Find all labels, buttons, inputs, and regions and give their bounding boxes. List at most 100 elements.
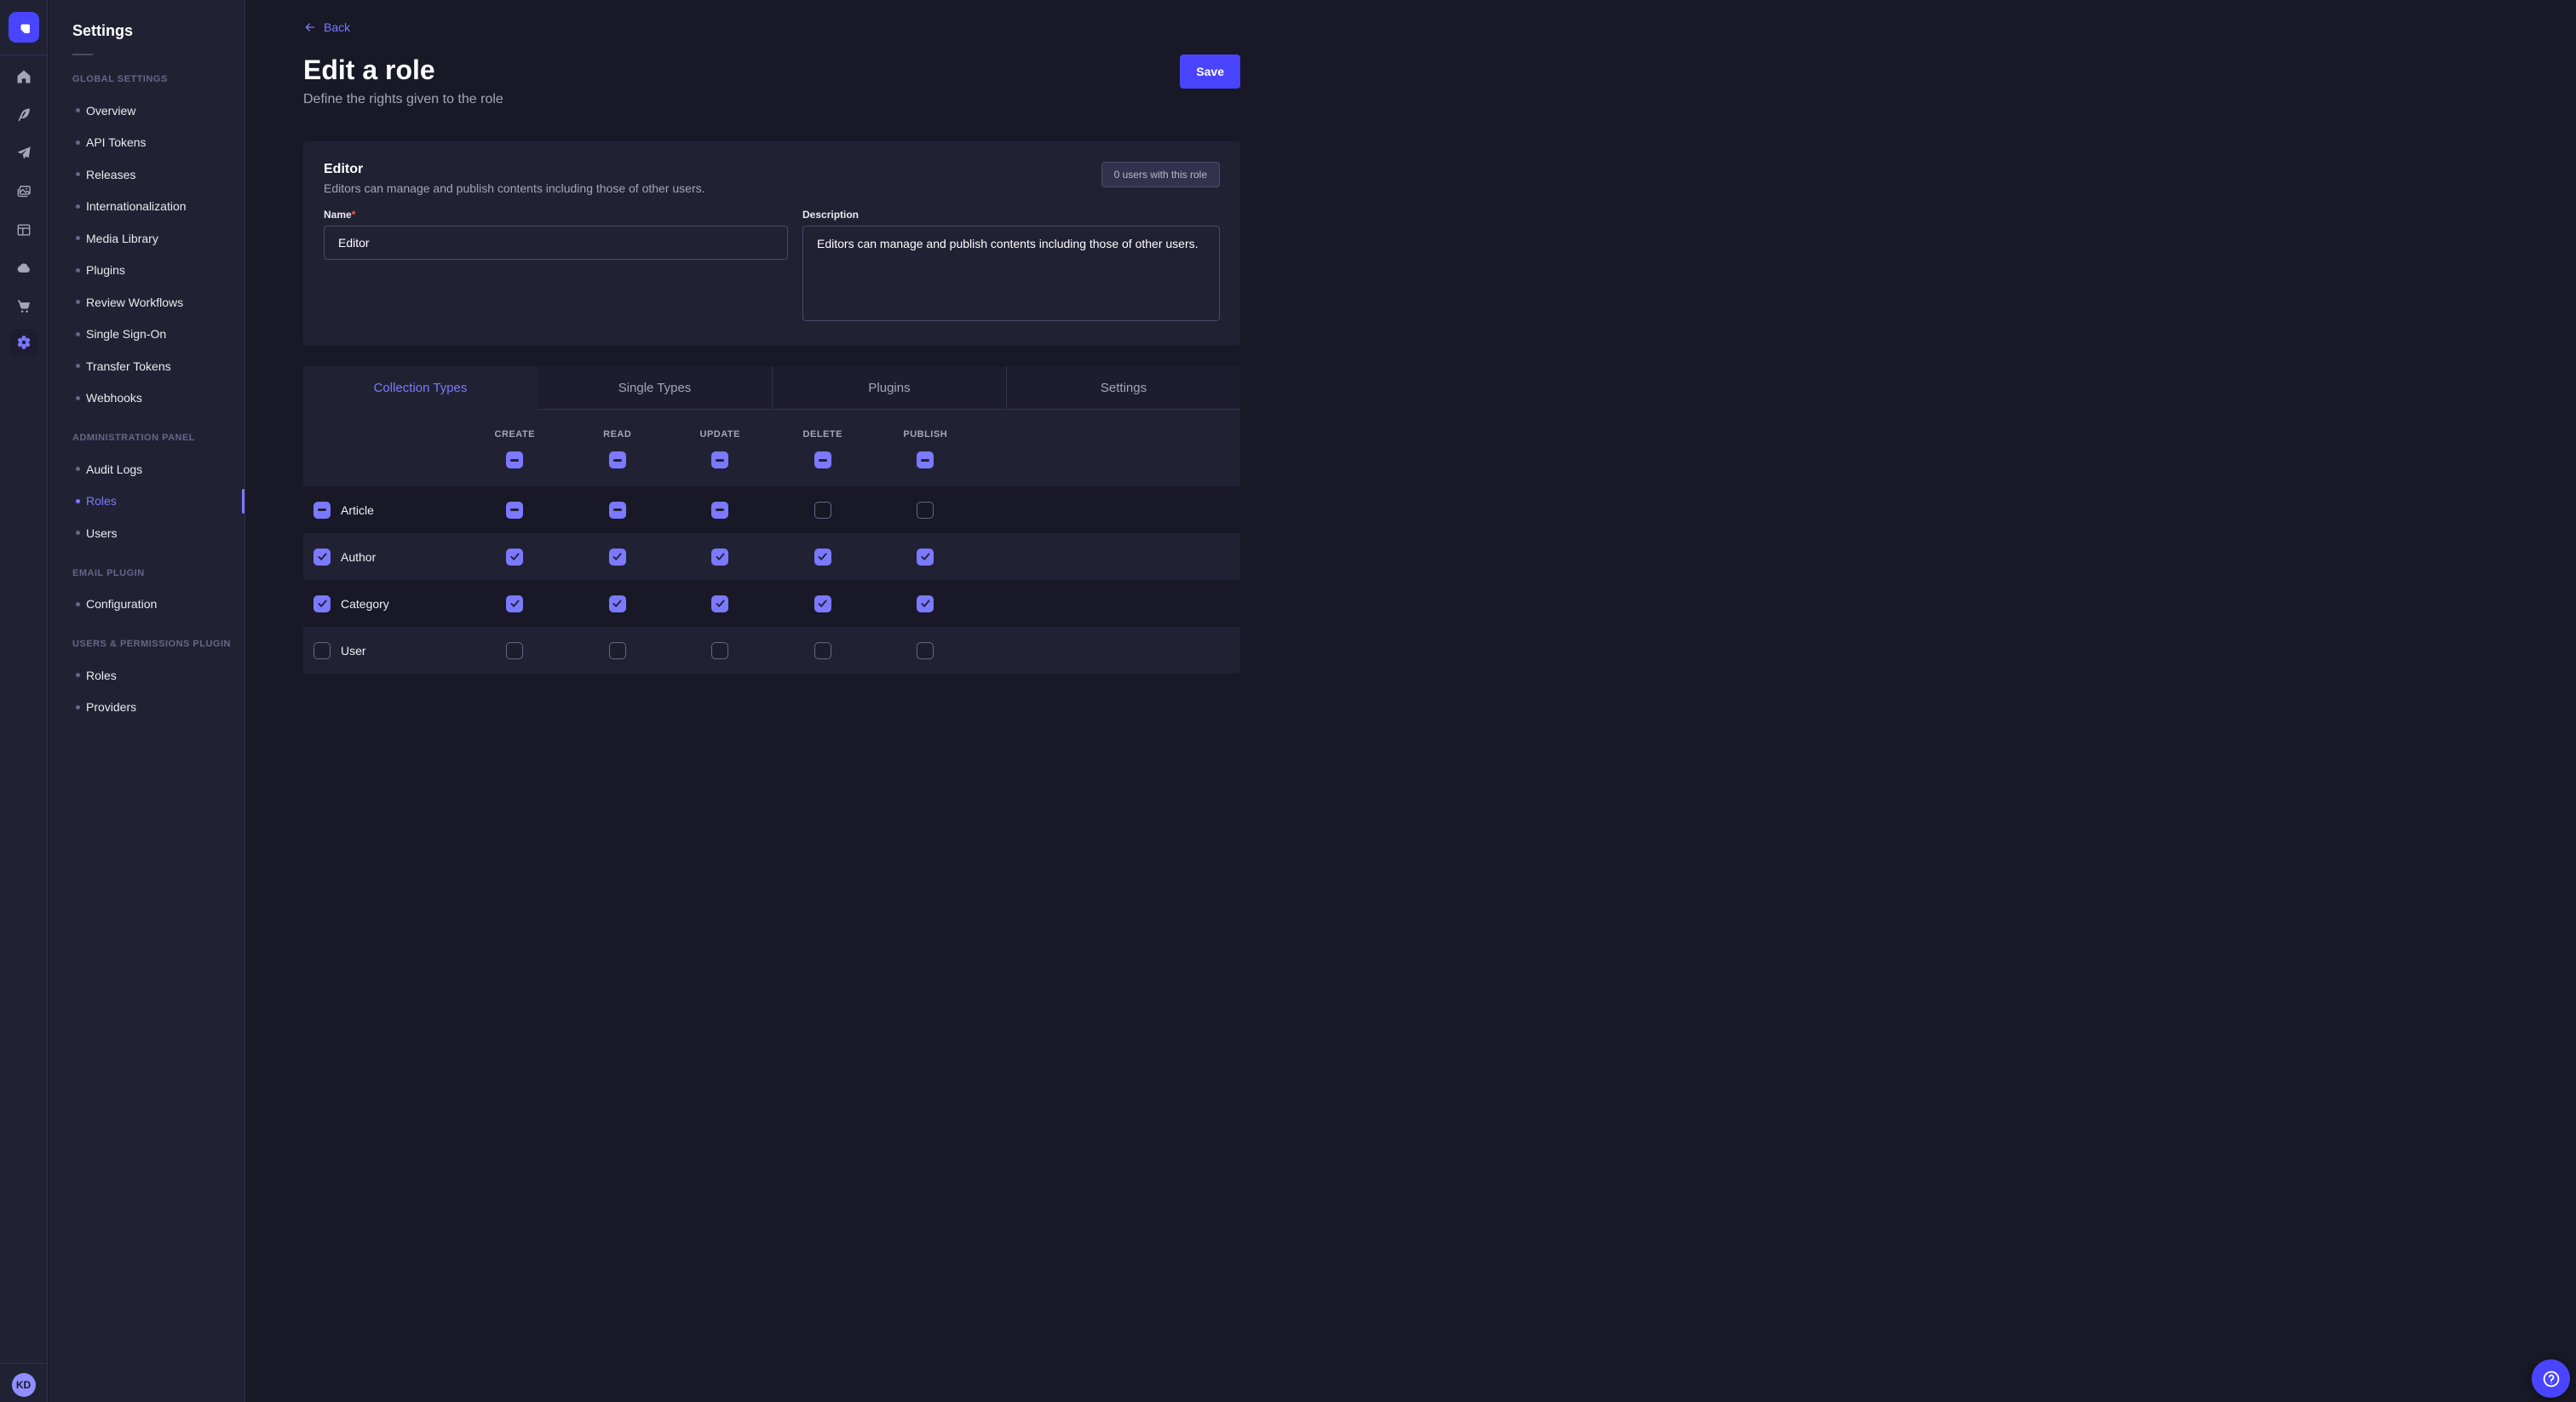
row-category-checkbox[interactable] xyxy=(313,595,331,612)
sidebar-section-label-email-plugin: EMAIL PLUGIN xyxy=(72,568,244,578)
sidebar-item-single-sign-on[interactable]: Single Sign-On xyxy=(49,319,244,351)
permissions-rows: ArticleAuthorCategoryUser xyxy=(303,486,1240,674)
bullet-icon xyxy=(76,332,80,336)
author-create-checkbox[interactable] xyxy=(506,549,523,566)
sidebar-item-transfer-tokens[interactable]: Transfer Tokens xyxy=(49,350,244,382)
users-with-role-badge[interactable]: 0 users with this role xyxy=(1101,162,1220,187)
indeterminate-dash-icon xyxy=(613,509,622,511)
permission-cell xyxy=(463,642,566,659)
role-description-textarea[interactable]: Editors can manage and publish contents … xyxy=(802,226,1220,321)
paper-plane-icon[interactable] xyxy=(15,145,32,162)
user-delete-checkbox[interactable] xyxy=(814,642,831,659)
gear-icon xyxy=(15,334,32,351)
page-subtitle: Define the rights given to the role xyxy=(303,92,503,107)
category-update-checkbox[interactable] xyxy=(711,595,728,612)
sidebar-item-label: Overview xyxy=(86,104,135,118)
permission-cell xyxy=(874,642,977,659)
row-author-checkbox[interactable] xyxy=(313,549,331,566)
sidebar-item-label: Roles xyxy=(86,669,117,682)
user-create-checkbox[interactable] xyxy=(506,642,523,659)
user-read-checkbox[interactable] xyxy=(609,642,626,659)
pictures-icon[interactable] xyxy=(15,183,32,200)
article-publish-checkbox[interactable] xyxy=(917,502,934,519)
row-article-checkbox[interactable] xyxy=(313,502,331,519)
sidebar-item-label: Releases xyxy=(86,168,135,181)
category-create-checkbox[interactable] xyxy=(506,595,523,612)
sidebar-item-label: Configuration xyxy=(86,597,157,611)
sidebar-item-label: Review Workflows xyxy=(86,296,183,309)
sidebar-item-roles[interactable]: Roles xyxy=(49,659,244,692)
select-all-cell xyxy=(772,451,875,468)
column-header-create: CREATE xyxy=(463,429,566,440)
name-label-text: Name xyxy=(324,209,352,221)
sidebar-item-audit-logs[interactable]: Audit Logs xyxy=(49,453,244,486)
cart-icon[interactable] xyxy=(15,298,32,315)
user-update-checkbox[interactable] xyxy=(711,642,728,659)
tab-collection-types[interactable]: Collection Types xyxy=(303,366,538,410)
article-delete-checkbox[interactable] xyxy=(814,502,831,519)
column-header-update: UPDATE xyxy=(669,429,772,440)
category-publish-checkbox[interactable] xyxy=(917,595,934,612)
sidebar-item-roles[interactable]: Roles xyxy=(49,486,244,518)
sidebar-item-label: API Tokens xyxy=(86,135,147,149)
sidebar-item-api-tokens[interactable]: API Tokens xyxy=(49,127,244,159)
bullet-icon xyxy=(76,204,80,209)
article-read-checkbox[interactable] xyxy=(609,502,626,519)
cloud-icon[interactable] xyxy=(15,260,32,277)
sidebar-item-users[interactable]: Users xyxy=(49,517,244,549)
home-icon[interactable] xyxy=(15,68,32,85)
save-button[interactable]: Save xyxy=(1180,55,1240,89)
sidebar-item-media-library[interactable]: Media Library xyxy=(49,222,244,255)
author-publish-checkbox[interactable] xyxy=(917,549,934,566)
select-all-publish-checkbox[interactable] xyxy=(917,451,934,468)
back-link[interactable]: Back xyxy=(303,20,350,34)
sidebar-section-label-administration-panel: ADMINISTRATION PANEL xyxy=(72,433,244,443)
author-delete-checkbox[interactable] xyxy=(814,549,831,566)
sidebar-item-overview[interactable]: Overview xyxy=(49,95,244,127)
select-all-read-checkbox[interactable] xyxy=(609,451,626,468)
sidebar-item-configuration[interactable]: Configuration xyxy=(49,589,244,621)
indeterminate-dash-icon xyxy=(613,459,622,462)
tab-single-types[interactable]: Single Types xyxy=(538,366,772,410)
tab-plugins[interactable]: Plugins xyxy=(772,366,1006,410)
article-create-checkbox[interactable] xyxy=(506,502,523,519)
row-user-checkbox[interactable] xyxy=(313,642,331,659)
select-all-update-checkbox[interactable] xyxy=(711,451,728,468)
permission-cell xyxy=(669,595,772,612)
sidebar-item-webhooks[interactable]: Webhooks xyxy=(49,382,244,415)
row-label-cell: Category xyxy=(303,595,463,612)
user-publish-checkbox[interactable] xyxy=(917,642,934,659)
sidebar-item-providers[interactable]: Providers xyxy=(49,692,244,724)
strapi-logo[interactable] xyxy=(9,12,39,43)
category-read-checkbox[interactable] xyxy=(609,595,626,612)
permission-cell xyxy=(669,549,772,566)
author-update-checkbox[interactable] xyxy=(711,549,728,566)
layout-icon[interactable] xyxy=(15,221,32,238)
sidebar-item-review-workflows[interactable]: Review Workflows xyxy=(49,286,244,319)
sidebar-item-internationalization[interactable]: Internationalization xyxy=(49,191,244,223)
sidebar-item-releases[interactable]: Releases xyxy=(49,158,244,191)
permissions-section: Collection TypesSingle TypesPluginsSetti… xyxy=(303,366,1240,674)
select-all-cell xyxy=(463,451,566,468)
indeterminate-dash-icon xyxy=(510,459,519,462)
app-rail: KD xyxy=(0,0,48,1402)
article-update-checkbox[interactable] xyxy=(711,502,728,519)
feather-icon[interactable] xyxy=(15,106,32,124)
permission-cell xyxy=(772,642,875,659)
permission-cell xyxy=(669,502,772,519)
help-button[interactable] xyxy=(2532,1359,2570,1398)
avatar[interactable]: KD xyxy=(12,1373,36,1397)
role-name-input[interactable] xyxy=(324,226,788,260)
tab-settings[interactable]: Settings xyxy=(1006,366,1240,410)
role-name-heading: Editor xyxy=(324,162,705,177)
select-all-create-checkbox[interactable] xyxy=(506,451,523,468)
category-delete-checkbox[interactable] xyxy=(814,595,831,612)
indeterminate-dash-icon xyxy=(716,459,724,462)
permission-cell xyxy=(566,502,670,519)
sidebar-item-plugins[interactable]: Plugins xyxy=(49,255,244,287)
sidebar-sections: GLOBAL SETTINGSOverviewAPI TokensRelease… xyxy=(72,74,244,723)
rail-item-settings-active[interactable] xyxy=(10,329,37,356)
column-header-read: READ xyxy=(566,429,670,440)
select-all-delete-checkbox[interactable] xyxy=(814,451,831,468)
author-read-checkbox[interactable] xyxy=(609,549,626,566)
